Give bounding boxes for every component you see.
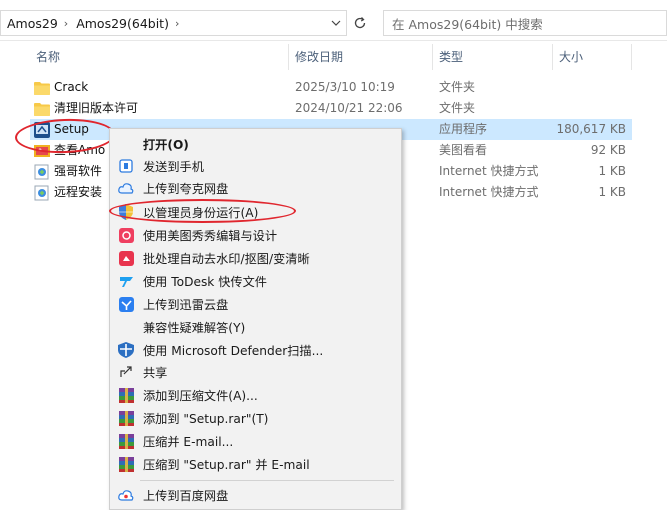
menu-separator xyxy=(140,480,394,481)
file-type: 文件夹 xyxy=(439,80,476,94)
baidu-cloud-icon xyxy=(118,487,134,503)
breadcrumb-amos29-64bit[interactable]: Amos29(64bit) xyxy=(70,16,173,31)
menu-item-compat-troubleshoot[interactable]: 兼容性疑难解答(Y) xyxy=(110,316,401,338)
column-date[interactable]: 修改日期 xyxy=(289,44,433,70)
winrar-icon xyxy=(118,456,134,472)
file-type: 文件夹 xyxy=(439,101,476,115)
file-date: 2024/10/21 22:06 xyxy=(295,101,403,115)
menu-item-compress-email[interactable]: 压缩并 E-mail... xyxy=(110,430,401,452)
breadcrumb-amos29[interactable]: Amos29 xyxy=(1,16,62,31)
menu-item-add-to-archive[interactable]: 添加到压缩文件(A)... xyxy=(110,384,401,406)
winrar-icon xyxy=(118,387,134,403)
search-box[interactable]: 在 Amos29(64bit) 中搜索 xyxy=(383,10,667,36)
menu-item-label: 兼容性疑难解答(Y) xyxy=(143,321,246,335)
context-menu: 打开(O) 发送到手机 上传到夸克网盘 以管理员身份运行(A) 使用美图秀秀编辑… xyxy=(109,128,402,510)
file-row[interactable]: Crack 2025/3/10 10:19 文件夹 xyxy=(30,77,632,98)
breadcrumb-chevron-icon[interactable]: › xyxy=(62,17,70,30)
file-size: 1 KB xyxy=(598,185,626,199)
menu-item-xunlei-cloud[interactable]: 上传到迅雷云盘 xyxy=(110,293,401,315)
internet-shortcut-icon xyxy=(34,161,50,182)
phone-icon xyxy=(118,158,134,174)
todesk-icon xyxy=(118,273,134,289)
menu-item-label: 上传到迅雷云盘 xyxy=(143,298,229,312)
menu-item-share[interactable]: 共享 xyxy=(110,361,401,383)
menu-item-open[interactable]: 打开(O) xyxy=(110,133,401,155)
file-size: 92 KB xyxy=(590,143,626,157)
menu-item-compress-setup-email[interactable]: 压缩到 "Setup.rar" 并 E-mail xyxy=(110,453,401,475)
file-type: 应用程序 xyxy=(439,122,488,136)
menu-item-label: 发送到手机 xyxy=(143,160,204,174)
batch-edit-icon xyxy=(118,250,134,266)
file-size: 1 KB xyxy=(598,164,626,178)
file-size: 180,617 KB xyxy=(556,122,626,136)
share-icon xyxy=(118,364,134,380)
menu-item-label: 使用 Microsoft Defender扫描... xyxy=(143,344,324,358)
menu-item-label: 上传到夸克网盘 xyxy=(143,182,229,196)
folder-icon xyxy=(34,98,50,119)
xunlei-icon xyxy=(118,296,134,312)
column-name[interactable]: 名称 xyxy=(30,44,289,70)
file-date: 2025/3/10 10:19 xyxy=(295,80,395,94)
refresh-icon[interactable] xyxy=(351,13,369,33)
quark-cloud-icon xyxy=(118,180,134,196)
winrar-icon xyxy=(118,433,134,449)
defender-icon xyxy=(118,342,134,358)
menu-item-label: 上传到百度网盘 xyxy=(143,489,229,503)
menu-item-todesk[interactable]: 使用 ToDesk 快传文件 xyxy=(110,270,401,292)
address-dropdown-icon[interactable] xyxy=(326,11,346,35)
menu-item-label: 压缩到 "Setup.rar" 并 E-mail xyxy=(143,458,310,472)
menu-item-meitu-edit[interactable]: 使用美图秀秀编辑与设计 xyxy=(110,224,401,246)
menu-item-add-to-setup-rar[interactable]: 添加到 "Setup.rar"(T) xyxy=(110,407,401,429)
menu-item-label: 添加到 "Setup.rar"(T) xyxy=(143,412,269,426)
menu-item-label: 使用 ToDesk 快传文件 xyxy=(143,275,267,289)
menu-item-label: 批处理自动去水印/抠图/变清晰 xyxy=(143,252,310,266)
file-type: Internet 快捷方式 xyxy=(439,185,539,199)
file-type: Internet 快捷方式 xyxy=(439,164,539,178)
column-size[interactable]: 大小 xyxy=(553,44,632,70)
menu-item-quark-cloud[interactable]: 上传到夸克网盘 xyxy=(110,177,401,199)
search-placeholder[interactable]: 在 Amos29(64bit) 中搜索 xyxy=(384,14,543,33)
menu-item-label: 使用美图秀秀编辑与设计 xyxy=(143,229,278,243)
address-toolbar: Amos29 › Amos29(64bit) › 在 Amos29(64bit)… xyxy=(0,0,667,41)
menu-item-defender-scan[interactable]: 使用 Microsoft Defender扫描... xyxy=(110,339,401,361)
menu-item-send-to-phone[interactable]: 发送到手机 xyxy=(110,155,401,177)
menu-item-label: 共享 xyxy=(143,366,168,380)
annotation-circle-run-as-admin xyxy=(109,199,296,223)
menu-item-label: 打开(O) xyxy=(143,138,189,152)
menu-item-baidu-cloud[interactable]: 上传到百度网盘 xyxy=(110,484,401,506)
address-bar[interactable]: Amos29 › Amos29(64bit) › xyxy=(0,10,347,36)
winrar-icon xyxy=(118,410,134,426)
internet-shortcut-icon xyxy=(34,182,50,203)
breadcrumb-chevron-icon[interactable]: › xyxy=(173,17,181,30)
folder-icon xyxy=(34,77,50,98)
file-name: Crack xyxy=(54,80,89,94)
meitu-icon xyxy=(118,227,134,243)
column-header: 名称 修改日期 类型 大小 xyxy=(0,44,667,70)
column-type[interactable]: 类型 xyxy=(433,44,553,70)
menu-item-label: 添加到压缩文件(A)... xyxy=(143,389,258,403)
file-type: 美图看看 xyxy=(439,143,488,157)
file-row[interactable]: 清理旧版本许可 2024/10/21 22:06 文件夹 xyxy=(30,98,632,119)
menu-item-label: 压缩并 E-mail... xyxy=(143,435,234,449)
menu-item-batch-process[interactable]: 批处理自动去水印/抠图/变清晰 xyxy=(110,247,401,269)
file-name: 清理旧版本许可 xyxy=(54,101,139,115)
